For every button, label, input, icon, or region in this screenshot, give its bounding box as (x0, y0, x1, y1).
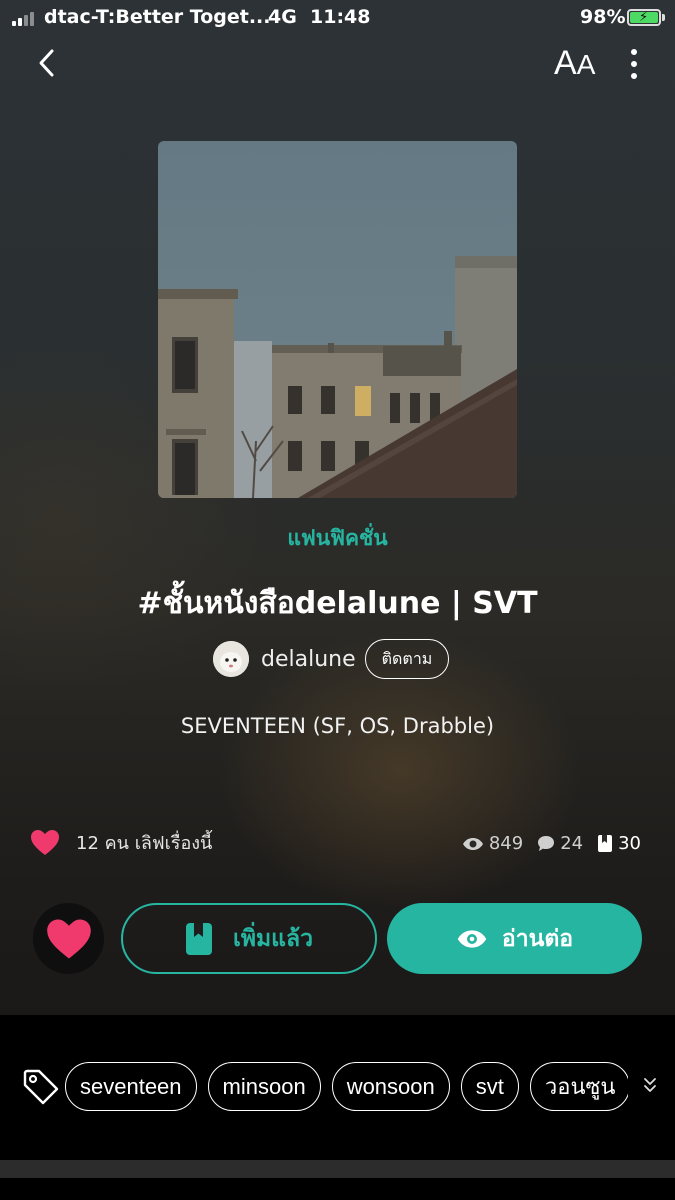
more-options-button[interactable] (622, 46, 646, 82)
tag-chip[interactable]: minsoon (207, 1062, 321, 1111)
battery-percentage: 98% (580, 6, 626, 28)
comment-bubble-icon (538, 836, 555, 851)
continue-reading-label: อ่านต่อ (501, 925, 574, 952)
author-row: delalune ติดตาม (213, 638, 450, 680)
font-size-button[interactable]: AA (554, 44, 595, 83)
status-bar: dtac-T:Better Toget... 4G 11:48 98% ⚡ (0, 0, 675, 36)
network-type: 4G (268, 6, 297, 28)
story-cover-image (158, 141, 517, 498)
signal-strength-icon (12, 12, 34, 26)
vertical-ellipsis-icon (631, 49, 637, 79)
chapters-stat: 30 (597, 833, 641, 854)
bottom-divider (0, 1160, 675, 1178)
author-avatar[interactable] (213, 641, 249, 677)
heart-icon (31, 830, 59, 855)
story-category[interactable]: แฟนฟิคชั่น (0, 522, 675, 555)
book-icon (598, 835, 613, 852)
story-subtitle: SEVENTEEN (SF, OS, Drabble) (180, 714, 495, 738)
comments-stat: 24 (537, 833, 583, 854)
back-button[interactable] (34, 44, 70, 84)
tag-chip[interactable]: seventeen (65, 1062, 197, 1111)
tag-chip[interactable]: svt (460, 1062, 519, 1111)
love-button[interactable] (33, 903, 104, 974)
heart-icon (46, 919, 91, 958)
follow-button[interactable]: ติดตาม (364, 639, 450, 679)
eye-icon (462, 837, 483, 850)
carrier-name: dtac-T:Better Toget... (44, 6, 271, 28)
tag-list: seventeen minsoon wonsoon svt วอนซูน (65, 1062, 628, 1112)
love-summary: 12 คน เลิฟเรื่องนี้ (30, 828, 212, 857)
tag-icon (23, 1069, 59, 1105)
battery-cap (662, 14, 665, 21)
add-to-library-button[interactable]: เพิ่มแล้ว (121, 903, 377, 974)
status-time: 11:48 (310, 6, 371, 28)
chapters-count: 30 (618, 833, 641, 854)
author-name[interactable]: delalune (261, 647, 356, 672)
story-title: #ชั้นหนังสือdelalune | SVT (137, 586, 538, 621)
chevron-left-icon (39, 49, 54, 77)
comments-count: 24 (560, 833, 584, 854)
eye-icon (457, 929, 487, 948)
tag-chip[interactable]: wonsoon (331, 1062, 450, 1111)
love-count-text: 12 คน เลิฟเรื่องนี้ (76, 833, 213, 854)
continue-reading-button[interactable]: อ่านต่อ (387, 903, 642, 974)
bookmark-book-icon (185, 922, 212, 955)
views-count: 849 (488, 833, 524, 854)
battery-icon: ⚡ (627, 9, 661, 26)
add-to-library-label: เพิ่มแล้ว (232, 925, 314, 952)
views-stat: 849 (462, 833, 523, 854)
tag-chip[interactable]: วอนซูน (529, 1062, 628, 1111)
expand-tags-icon[interactable] (643, 1076, 657, 1094)
story-stats: 849 24 30 (448, 833, 641, 854)
